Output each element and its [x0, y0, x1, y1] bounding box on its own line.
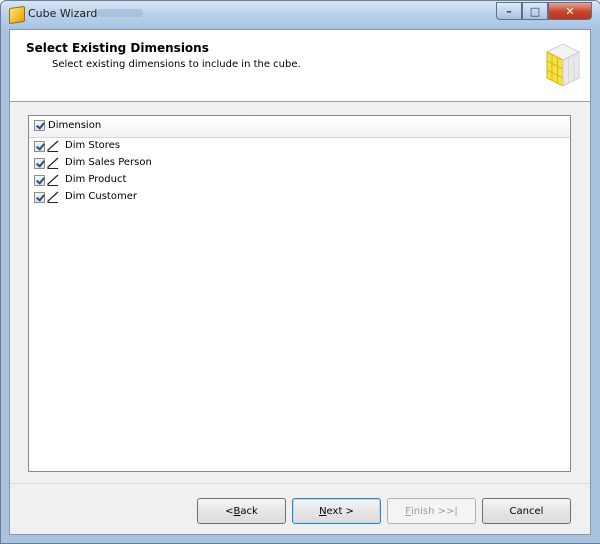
- back-button[interactable]: < Back: [197, 498, 286, 524]
- dimension-checkbox[interactable]: [34, 175, 45, 186]
- page-subtitle: Select existing dimensions to include in…: [52, 59, 301, 70]
- dimension-icon: [47, 157, 59, 169]
- dimension-checkbox[interactable]: [34, 192, 45, 203]
- dimension-label: Dim Product: [65, 174, 127, 185]
- cube-app-icon: [9, 5, 25, 25]
- dimension-icon: [47, 191, 59, 203]
- minimize-icon: –: [506, 4, 512, 18]
- maximize-button[interactable]: □: [522, 2, 548, 20]
- dimension-row[interactable]: Dim Customer: [29, 189, 570, 206]
- dimension-row[interactable]: Dim Stores: [29, 138, 570, 155]
- maximize-icon: □: [529, 4, 541, 18]
- cube-graphic-icon: [545, 43, 581, 87]
- minimize-button[interactable]: –: [496, 2, 522, 20]
- next-button[interactable]: Next >: [292, 498, 381, 524]
- back-button-suffix: ack: [240, 505, 258, 517]
- dimension-label: Dim Customer: [65, 191, 137, 202]
- dimensions-list[interactable]: Dimension Dim Stores Dim Sales Person Di…: [28, 115, 571, 472]
- finish-button[interactable]: Finish >>|: [387, 498, 476, 524]
- dimension-icon: [47, 140, 59, 152]
- back-button-prefix: <: [225, 505, 234, 517]
- close-button[interactable]: ✕: [548, 2, 592, 20]
- finish-button-suffix: inish >>|: [411, 505, 458, 517]
- close-icon: ✕: [565, 4, 575, 18]
- page-title: Select Existing Dimensions: [26, 41, 209, 55]
- blurred-title-suffix: [97, 9, 143, 17]
- back-button-mnemonic: B: [233, 505, 241, 517]
- cancel-button[interactable]: Cancel: [482, 498, 571, 524]
- footer-divider: [10, 483, 590, 484]
- column-header-label: Dimension: [48, 120, 102, 131]
- dimension-row[interactable]: Dim Sales Person: [29, 155, 570, 172]
- next-button-mnemonic: N: [319, 505, 327, 517]
- window-title: Cube Wizard: [28, 7, 98, 20]
- dimension-label: Dim Sales Person: [65, 157, 152, 168]
- cube-wizard-window: Cube Wizard – □ ✕ Select Existing Dimens…: [0, 0, 600, 544]
- dimension-rows: Dim Stores Dim Sales Person Dim Product …: [29, 138, 570, 206]
- dimension-column-header[interactable]: Dimension: [29, 116, 570, 138]
- wizard-client-area: Select Existing Dimensions Select existi…: [9, 29, 591, 535]
- dimension-checkbox[interactable]: [34, 141, 45, 152]
- dimension-icon: [47, 174, 59, 186]
- dimension-label: Dim Stores: [65, 140, 121, 151]
- select-all-checkbox[interactable]: [34, 120, 45, 131]
- dimension-row[interactable]: Dim Product: [29, 172, 570, 189]
- dimension-checkbox[interactable]: [34, 158, 45, 169]
- wizard-header: Select Existing Dimensions Select existi…: [10, 30, 590, 102]
- next-button-suffix: ext >: [326, 505, 354, 517]
- title-bar[interactable]: Cube Wizard – □ ✕: [1, 1, 600, 29]
